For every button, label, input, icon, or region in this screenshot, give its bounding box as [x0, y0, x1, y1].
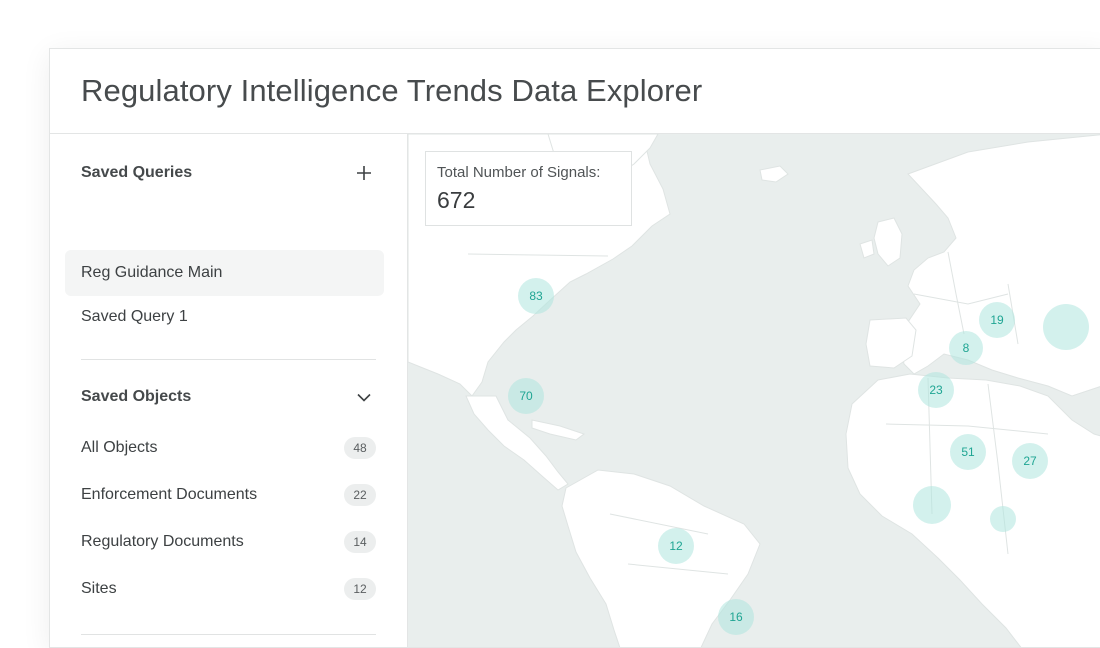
count-badge: 14	[344, 531, 376, 553]
africa-landmass	[845, 373, 1100, 647]
map-cluster-marker[interactable]: 16	[718, 599, 754, 635]
map-cluster-marker[interactable]: 12	[658, 528, 694, 564]
map-cluster-marker[interactable]: 23	[918, 372, 954, 408]
map-cluster-marker[interactable]: 83	[518, 278, 554, 314]
iceland-landmass	[759, 165, 789, 183]
sidebar-divider	[81, 359, 376, 360]
saved-object-item[interactable]: Enforcement Documents 22	[81, 480, 376, 510]
title-bar: Regulatory Intelligence Trends Data Expl…	[50, 49, 1100, 134]
map-cluster-marker[interactable]	[990, 506, 1016, 532]
explorer-window: Regulatory Intelligence Trends Data Expl…	[49, 48, 1100, 648]
map-cluster-marker[interactable]	[1043, 304, 1089, 350]
sidebar: Saved Queries Reg Guidance Main Saved Qu…	[50, 134, 408, 647]
sidebar-divider	[81, 634, 376, 635]
map-cluster-marker[interactable]	[913, 486, 951, 524]
map-cluster-marker[interactable]: 19	[979, 302, 1015, 338]
saved-query-label: Reg Guidance Main	[81, 264, 223, 281]
british-isles-landmass	[873, 217, 903, 267]
saved-object-label: Regulatory Documents	[81, 533, 244, 550]
saved-object-label: Enforcement Documents	[81, 486, 258, 503]
count-badge: 22	[344, 484, 376, 506]
page-title: Regulatory Intelligence Trends Data Expl…	[81, 73, 703, 108]
plus-icon	[357, 166, 371, 180]
caribbean-landmass	[531, 419, 586, 441]
count-badge: 48	[344, 437, 376, 459]
map-cluster-marker[interactable]: 70	[508, 378, 544, 414]
saved-query-item[interactable]: Reg Guidance Main	[65, 250, 384, 296]
saved-query-label: Saved Query 1	[81, 308, 188, 325]
collapse-objects-button[interactable]	[352, 385, 376, 409]
map-cluster-marker[interactable]: 8	[949, 331, 983, 365]
saved-object-item[interactable]: Sites 12	[81, 574, 376, 604]
europe-landmass	[899, 134, 1100, 397]
ireland-landmass	[859, 239, 875, 259]
saved-object-label: All Objects	[81, 439, 158, 456]
map-cluster-marker[interactable]: 27	[1012, 443, 1048, 479]
add-query-button[interactable]	[352, 161, 376, 185]
signal-count-value: 672	[437, 187, 476, 213]
chevron-down-icon	[357, 393, 371, 402]
signal-count-panel: Total Number of Signals: 672	[425, 151, 632, 226]
saved-objects-header[interactable]: Saved Objects	[81, 382, 376, 412]
count-badge: 12	[344, 578, 376, 600]
saved-object-label: Sites	[81, 580, 117, 597]
world-map[interactable]: Total Number of Signals: 672 83 70 19 8 …	[408, 134, 1100, 647]
saved-objects-label: Saved Objects	[81, 388, 192, 405]
saved-queries-header: Saved Queries	[81, 158, 376, 188]
map-cluster-marker[interactable]: 51	[950, 434, 986, 470]
signal-count-label: Total Number of Signals:	[437, 164, 601, 181]
saved-query-item[interactable]: Saved Query 1	[65, 294, 384, 340]
saved-object-item[interactable]: All Objects 48	[81, 433, 376, 463]
saved-queries-label: Saved Queries	[81, 164, 193, 181]
saved-object-item[interactable]: Regulatory Documents 14	[81, 527, 376, 557]
